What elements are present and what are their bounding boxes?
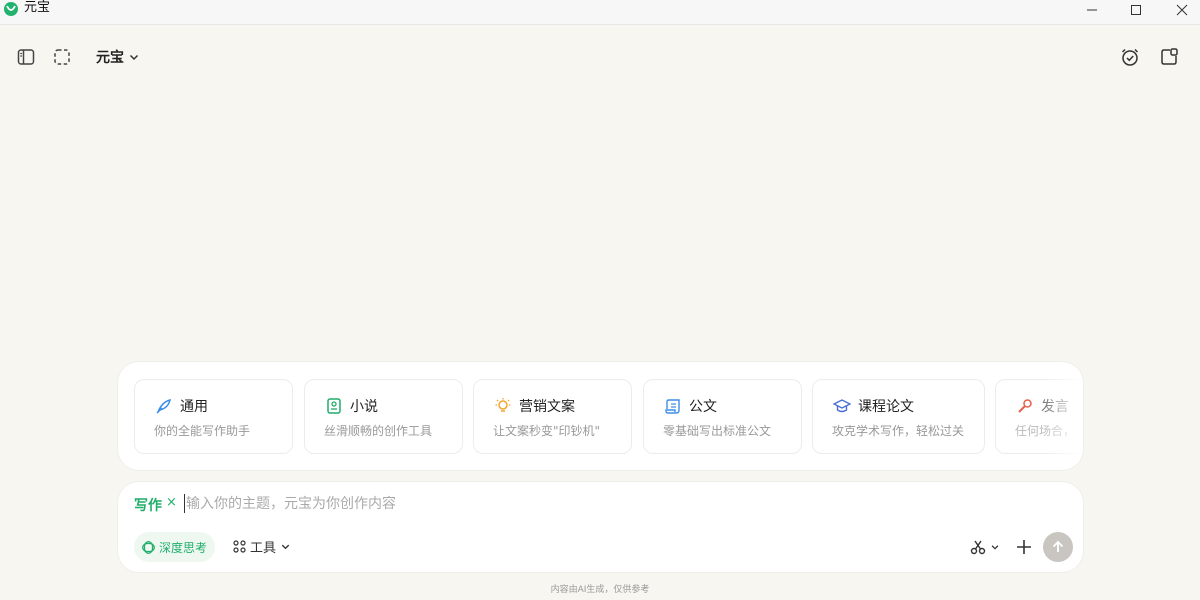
atom-icon <box>142 540 155 554</box>
category-card-speech[interactable]: 发言 任何场合， <box>995 379 1083 454</box>
close-window-button[interactable] <box>1162 0 1200 20</box>
writing-mode-tag: 写作 <box>134 498 162 514</box>
prompt-input[interactable] <box>186 492 886 516</box>
screenshot-button[interactable] <box>970 539 1000 555</box>
remove-mode-button[interactable]: × <box>166 495 177 510</box>
category-card-marketing[interactable]: 营销文案 让文案秒变"印钞机" <box>473 379 632 454</box>
card-title: 营销文案 <box>519 399 575 415</box>
add-attachment-icon[interactable] <box>1014 537 1034 557</box>
category-card-novel[interactable]: 小说 丝滑顺畅的创作工具 <box>304 379 463 454</box>
category-card-general[interactable]: 通用 你的全能写作助手 <box>134 379 293 454</box>
sidebar-toggle-icon[interactable] <box>15 46 37 68</box>
deep-think-label: 深度思考 <box>159 540 208 555</box>
ai-disclaimer: 内容由AI生成，仅供参考 <box>550 585 650 595</box>
card-title: 公文 <box>689 399 717 415</box>
chevron-down-icon <box>281 544 290 550</box>
minimize-button[interactable] <box>1072 0 1112 20</box>
card-description: 攻克学术写作，轻松过关 <box>832 424 965 438</box>
screenshot-select-icon[interactable] <box>51 46 73 68</box>
chevron-down-icon <box>991 545 999 550</box>
quill-icon <box>155 397 173 415</box>
chevron-down-icon <box>129 54 139 61</box>
window-titlebar: 元宝 <box>0 0 1200 25</box>
category-card-paper[interactable]: 课程论文 攻克学术写作，轻松过关 <box>812 379 985 454</box>
card-title: 课程论文 <box>858 399 914 415</box>
text-caret <box>184 494 185 513</box>
writing-category-panel: 通用 你的全能写作助手 小说 丝滑顺畅的创作工具 营销文案 让文案秒变"印钞机"… <box>117 361 1084 471</box>
chat-input-panel: 写作 × 深度思考 工具 <box>117 481 1084 573</box>
card-description: 让文案秒变"印钞机" <box>493 424 601 438</box>
alarm-clock-icon[interactable] <box>1119 46 1141 68</box>
tools-button[interactable]: 工具 <box>233 537 291 556</box>
card-description: 零基础写出标准公文 <box>663 424 772 438</box>
card-description: 你的全能写作助手 <box>154 424 251 438</box>
graduation-cap-icon <box>833 397 851 415</box>
card-title: 通用 <box>180 399 208 415</box>
grid-dots-icon <box>233 540 246 553</box>
maximize-button[interactable] <box>1116 0 1156 20</box>
model-selector[interactable]: 元宝 <box>96 47 140 67</box>
microphone-icon <box>1016 397 1034 415</box>
app-logo-icon <box>4 2 18 16</box>
lightbulb-icon <box>494 397 512 415</box>
card-title: 发言 <box>1041 399 1069 415</box>
scroll-icon <box>664 397 682 415</box>
arrow-up-icon <box>1052 540 1064 552</box>
card-title: 小说 <box>350 399 378 415</box>
deep-think-button[interactable]: 深度思考 <box>134 532 216 562</box>
model-label: 元宝 <box>96 50 124 66</box>
category-card-official[interactable]: 公文 零基础写出标准公文 <box>643 379 802 454</box>
card-description: 任何场合， <box>1015 424 1076 438</box>
card-description: 丝滑顺畅的创作工具 <box>324 424 433 438</box>
window-title: 元宝 <box>24 0 51 15</box>
new-chat-icon[interactable] <box>1158 46 1180 68</box>
scissors-icon <box>970 540 986 555</box>
send-button[interactable] <box>1043 532 1073 562</box>
book-icon <box>325 397 343 415</box>
tools-label: 工具 <box>250 541 277 556</box>
